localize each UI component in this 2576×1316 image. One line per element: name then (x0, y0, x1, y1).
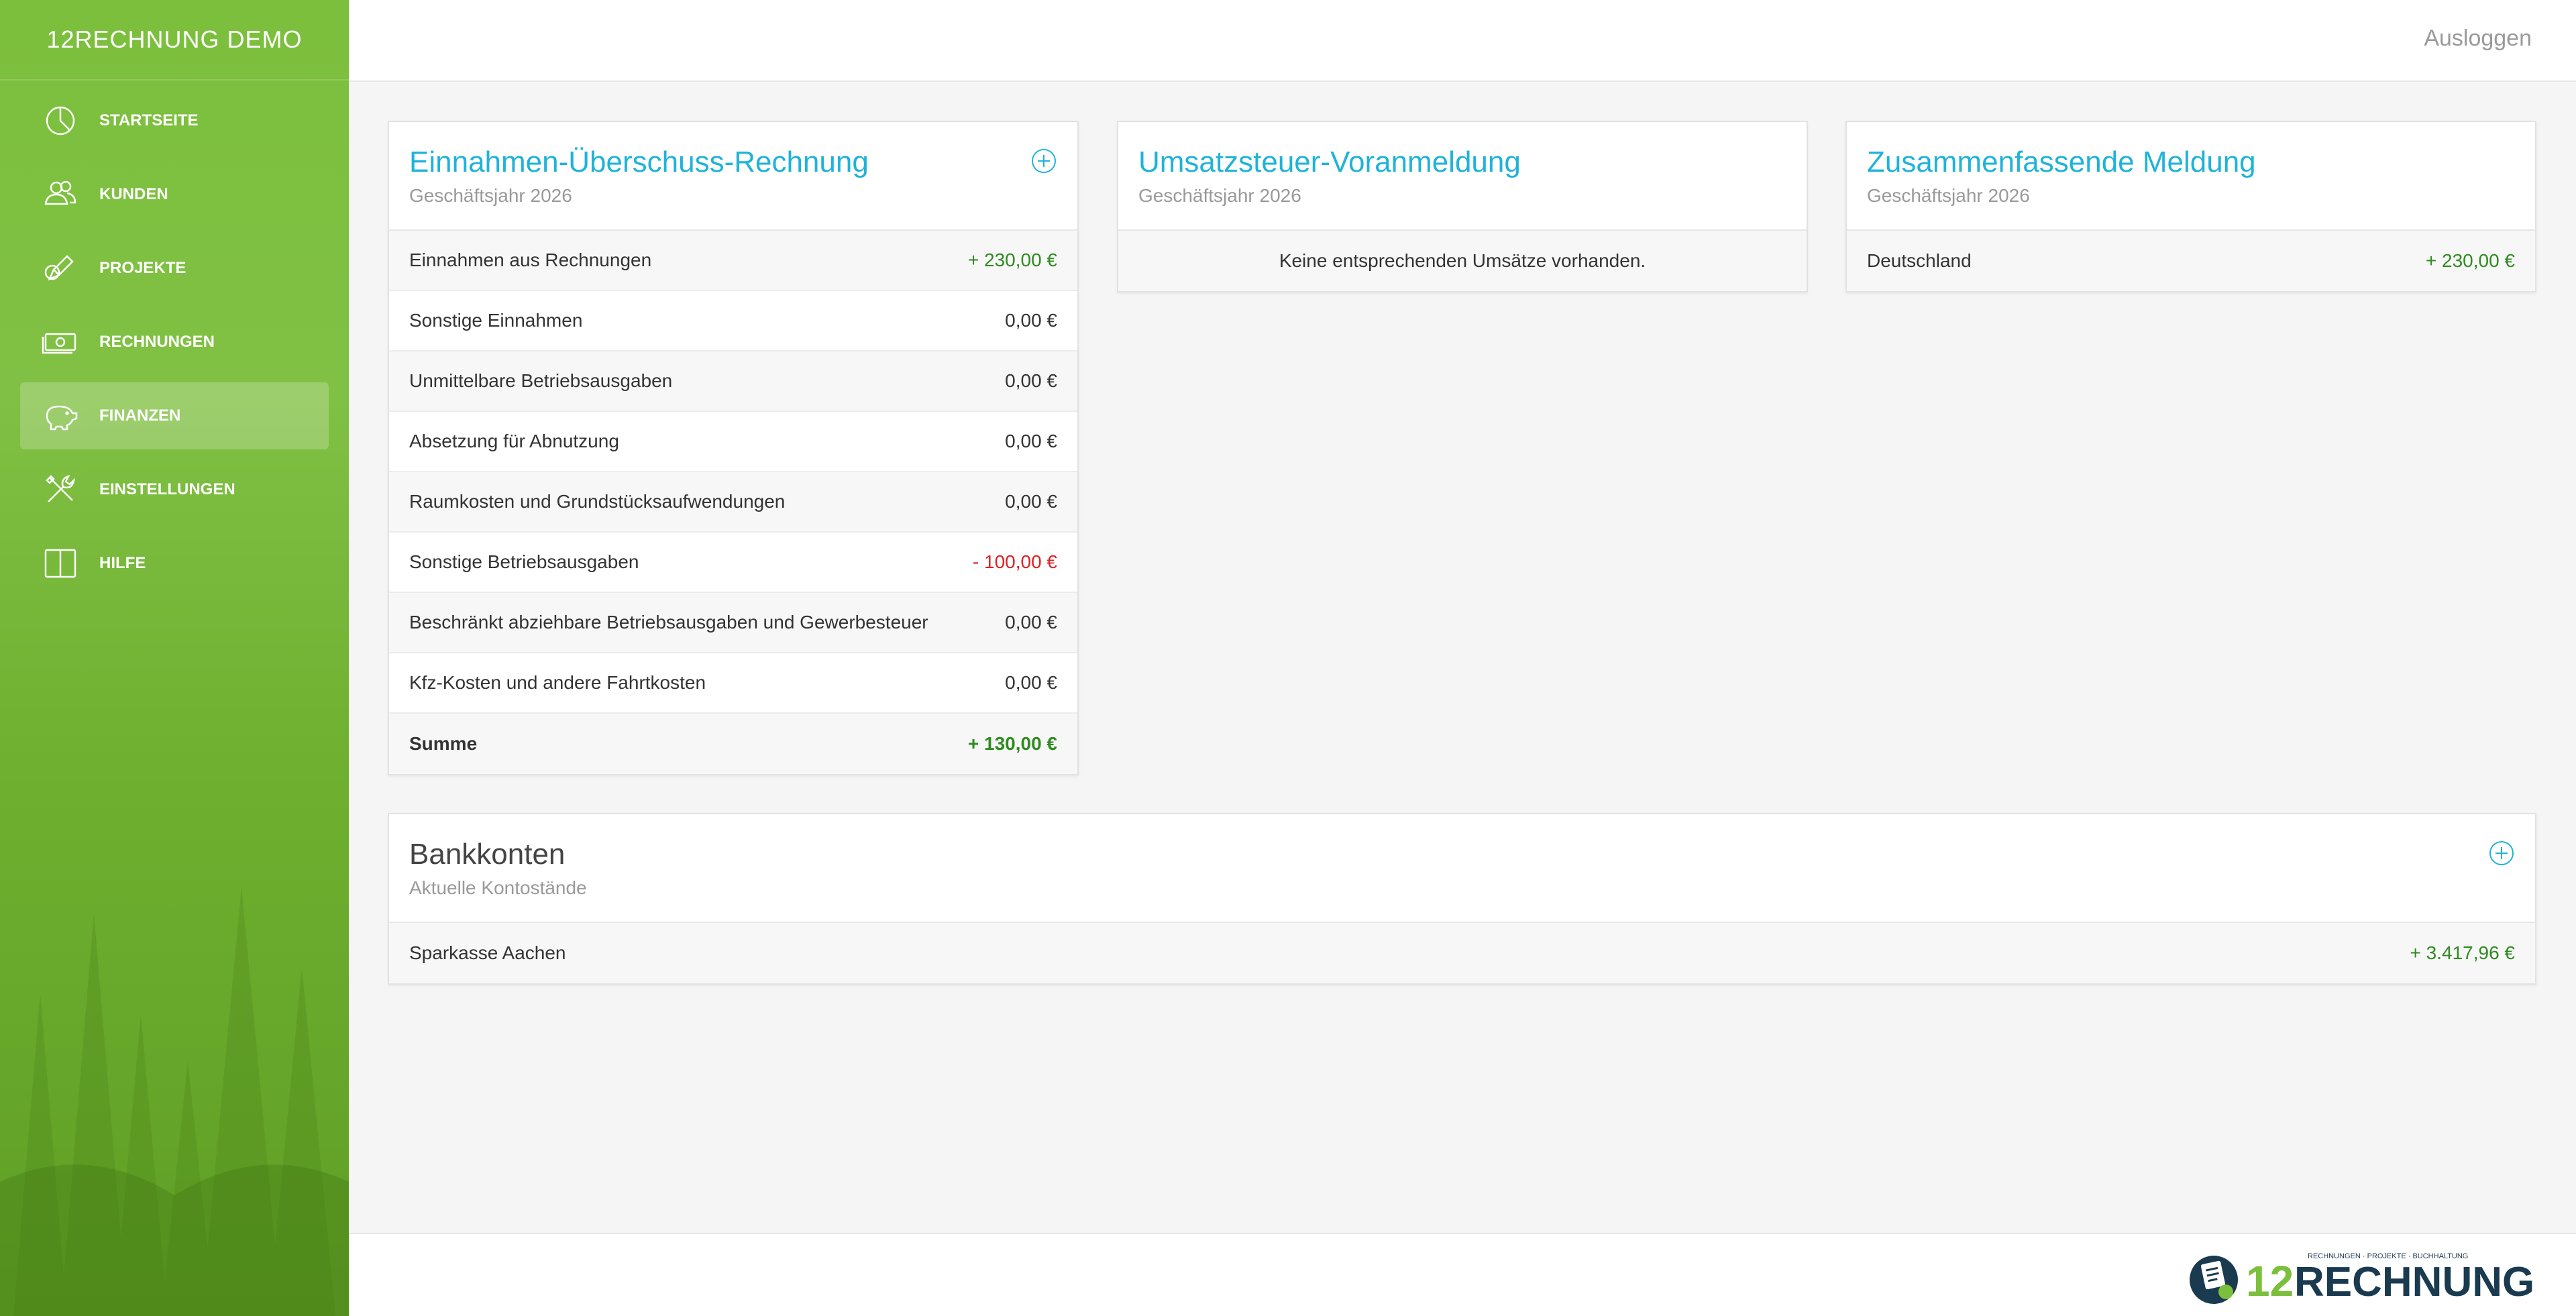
row-label: Unmittelbare Betriebsausgaben (409, 370, 673, 391)
card-header: Umsatzsteuer-Voranmeldung Geschäftsjahr … (1118, 122, 1807, 231)
row-value: + 230,00 € (967, 250, 1057, 270)
pencil-icon (40, 248, 80, 288)
add-circle-icon[interactable] (1030, 148, 1057, 174)
card-subtitle: Geschäftsjahr 2026 (1138, 185, 1301, 207)
sidebar-item-einstellungen[interactable]: EINSTELLUNGEN (20, 456, 329, 523)
svg-text:RECHNUNGEN · PROJEKTE · BUCHHA: RECHNUNGEN · PROJEKTE · BUCHHALTUNG (2308, 1252, 2468, 1260)
sidebar-nav: STARTSEITE KUNDEN PROJEKTE RECHNUNGEN FI… (0, 80, 349, 597)
book-icon (40, 543, 80, 584)
document-gear-icon (2190, 1256, 2238, 1304)
euer-rows: Einnahmen aus Rechnungen + 230,00 € Sonst… (389, 231, 1077, 774)
table-row[interactable]: Unmittelbare Betriebsausgaben 0,00 € (389, 351, 1077, 412)
table-row[interactable]: Beschränkt abziehbare Betriebsausgaben u… (389, 593, 1077, 653)
sidebar-item-projekte[interactable]: PROJEKTE (20, 235, 329, 302)
card-title[interactable]: Zusammenfassende Meldung (1867, 146, 2515, 178)
row-value: 0,00 € (1005, 370, 1057, 391)
row-label: Kfz-Kosten und andere Fahrtkosten (409, 672, 706, 693)
row-value: 0,00 € (1005, 491, 1057, 512)
sidebar-item-label: PROJEKTE (99, 259, 186, 277)
row-label: Summe (409, 733, 478, 754)
row-label: Absetzung für Abnutzung (409, 431, 619, 451)
forest-background (0, 887, 349, 1316)
users-icon (40, 174, 80, 215)
app-logo: 12 RECHNUNG RECHNUNGEN · PROJEKTE · BUCH… (2190, 1252, 2534, 1305)
table-row[interactable]: Sonstige Einnahmen 0,00 € (389, 291, 1077, 351)
sidebar-item-label: EINSTELLUNGEN (99, 480, 235, 498)
app-brand[interactable]: 12RECHNUNG DEMO (0, 0, 349, 80)
topbar: Ausloggen (349, 0, 2576, 82)
row-value: - 100,00 € (972, 551, 1057, 572)
tools-icon (40, 470, 80, 510)
row-label: Einnahmen aus Rechnungen (409, 250, 652, 270)
add-circle-icon[interactable] (2488, 840, 2515, 867)
row-value: 0,00 € (1005, 310, 1057, 331)
row-label: Sonstige Einnahmen (409, 310, 583, 331)
sidebar-item-label: HILFE (99, 554, 146, 572)
row-label: Raumkosten und Grundstücksaufwendungen (409, 491, 786, 512)
card-subtitle: Geschäftsjahr 2026 (409, 185, 572, 207)
row-value: + 130,00 € (967, 733, 1057, 754)
row-value: 0,00 € (1005, 672, 1057, 693)
row-label: Deutschland (1867, 250, 1972, 271)
sidebar-item-label: RECHNUNGEN (99, 333, 215, 351)
sidebar-item-label: STARTSEITE (99, 111, 199, 129)
table-row[interactable]: Kfz-Kosten und andere Fahrtkosten 0,00 € (389, 653, 1077, 714)
bank-card: Bankkonten Aktuelle Kontostände Sparkass… (388, 813, 2536, 985)
empty-message: Keine entsprechenden Umsätze vorhanden. (1118, 231, 1807, 291)
euer-card: Einnahmen-Überschuss-Rechnung Geschäftsj… (388, 121, 1079, 775)
row-label: Beschränkt abziehbare Betriebsausgaben u… (409, 612, 928, 633)
card-header: Bankkonten Aktuelle Kontostände (389, 814, 2535, 923)
card-header: Einnahmen-Überschuss-Rechnung Geschäftsj… (389, 122, 1077, 231)
sidebar-item-label: FINANZEN (99, 406, 181, 425)
sidebar-item-hilfe[interactable]: HILFE (20, 530, 329, 597)
piggy-bank-icon (40, 396, 80, 436)
pie-chart-icon (40, 101, 80, 141)
table-row[interactable]: Raumkosten und Grundstücksaufwendungen 0,… (389, 472, 1077, 533)
table-row[interactable]: Sparkasse Aachen + 3.417,96 € (389, 923, 2535, 983)
sidebar-item-finanzen[interactable]: FINANZEN (20, 382, 329, 449)
card-header: Zusammenfassende Meldung Geschäftsjahr 2… (1847, 122, 2535, 231)
card-title[interactable]: Umsatzsteuer-Voranmeldung (1138, 146, 1786, 178)
table-row-total: Summe + 130,00 € (389, 714, 1077, 774)
row-value: 0,00 € (1005, 431, 1057, 451)
footer: 12 RECHNUNG RECHNUNGEN · PROJEKTE · BUCH… (349, 1233, 2576, 1316)
card-title[interactable]: Einnahmen-Überschuss-Rechnung (409, 146, 1057, 178)
svg-text:12: 12 (2246, 1257, 2294, 1305)
row-value: 0,00 € (1005, 612, 1057, 633)
row-value: + 3.417,96 € (2410, 942, 2515, 963)
table-row[interactable]: Einnahmen aus Rechnungen + 230,00 € (389, 231, 1077, 291)
sidebar-item-label: KUNDEN (99, 185, 168, 203)
sidebar-item-kunden[interactable]: KUNDEN (20, 161, 329, 228)
table-row[interactable]: Sonstige Betriebsausgaben - 100,00 € (389, 533, 1077, 593)
table-row[interactable]: Deutschland + 230,00 € (1847, 231, 2535, 291)
table-row[interactable]: Absetzung für Abnutzung 0,00 € (389, 412, 1077, 472)
sidebar-item-startseite[interactable]: STARTSEITE (20, 87, 329, 154)
ust-card: Umsatzsteuer-Voranmeldung Geschäftsjahr … (1117, 121, 1808, 292)
card-title: Bankkonten (409, 838, 566, 871)
zm-card: Zusammenfassende Meldung Geschäftsjahr 2… (1845, 121, 2536, 292)
money-icon (40, 322, 80, 362)
svg-text:RECHNUNG: RECHNUNG (2294, 1259, 2534, 1305)
logout-link[interactable]: Ausloggen (2424, 25, 2532, 52)
card-subtitle: Aktuelle Kontostände (409, 877, 587, 899)
sidebar: 12RECHNUNG DEMO STARTSEITE KUNDEN PROJEK… (0, 0, 349, 1316)
row-label: Sonstige Betriebsausgaben (409, 551, 639, 572)
row-label: Sparkasse Aachen (409, 942, 566, 963)
sidebar-item-rechnungen[interactable]: RECHNUNGEN (20, 309, 329, 376)
row-value: + 230,00 € (2425, 250, 2515, 271)
card-subtitle: Geschäftsjahr 2026 (1867, 185, 2030, 207)
